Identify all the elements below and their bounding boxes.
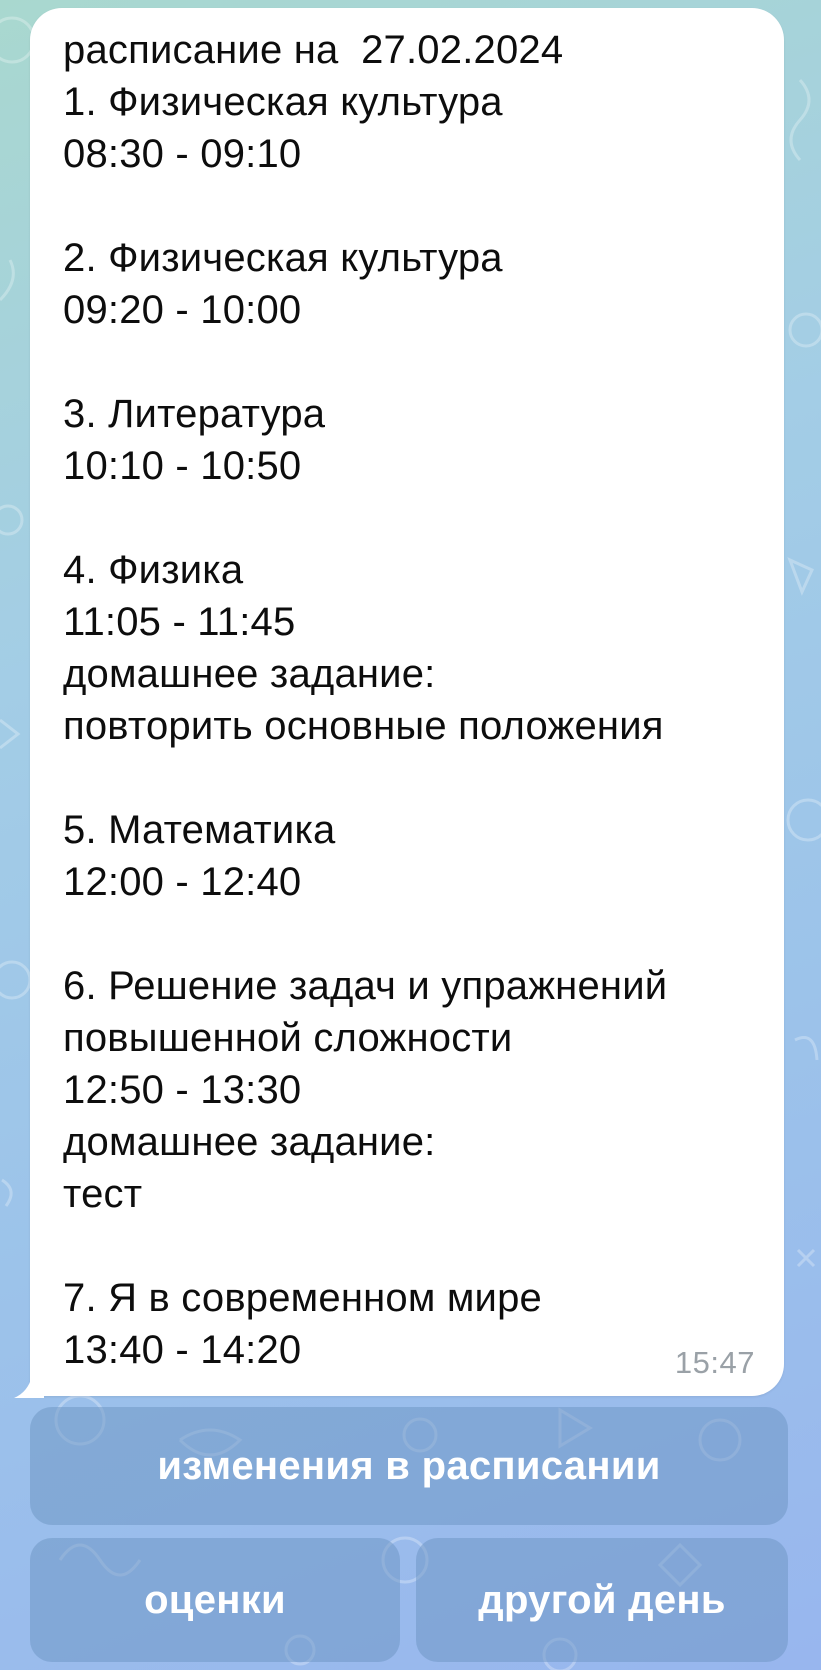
lesson-7-time: 13:40 - 14:20 <box>63 1328 302 1372</box>
message-bubble-tail <box>14 1376 44 1398</box>
schedule-changes-label: изменения в расписании <box>157 1443 661 1488</box>
lesson-3-name: 3. Литература <box>63 392 326 436</box>
lesson-1-time: 08:30 - 09:10 <box>63 132 302 176</box>
lesson-2-name: 2. Физическая культура <box>63 236 503 280</box>
lesson-5-name: 5. Математика <box>63 808 336 852</box>
lesson-4-time: 11:05 - 11:45 <box>63 600 296 644</box>
other-day-button[interactable]: другой день <box>416 1538 788 1662</box>
lesson-5-time: 12:00 - 12:40 <box>63 860 302 904</box>
lesson-4-name: 4. Физика <box>63 548 244 592</box>
lesson-6-time: 12:50 - 13:30 <box>63 1068 302 1112</box>
other-day-label: другой день <box>478 1577 726 1622</box>
lesson-6-homework: тест <box>63 1172 143 1216</box>
lesson-6-name: 6. Решение задач и упражнений <box>63 964 668 1008</box>
grades-button[interactable]: оценки <box>30 1538 400 1662</box>
lesson-7-name: 7. Я в современном мире <box>63 1276 542 1320</box>
lesson-4-homework: повторить основные положения <box>63 704 664 748</box>
lesson-6-homework-label: домашнее задание: <box>63 1120 436 1164</box>
lesson-2-time: 09:20 - 10:00 <box>63 288 302 332</box>
lesson-1-name: 1. Физическая культура <box>63 80 503 124</box>
lesson-3-time: 10:10 - 10:50 <box>63 444 302 488</box>
grades-label: оценки <box>144 1577 286 1622</box>
message-timestamp: 15:47 <box>674 1345 755 1380</box>
schedule-changes-button[interactable]: изменения в расписании <box>30 1407 788 1525</box>
schedule-title: расписание на 27.02.2024 <box>63 28 564 72</box>
lesson-4-homework-label: домашнее задание: <box>63 652 436 696</box>
lesson-6-name-cont: повышенной сложности <box>63 1016 513 1060</box>
